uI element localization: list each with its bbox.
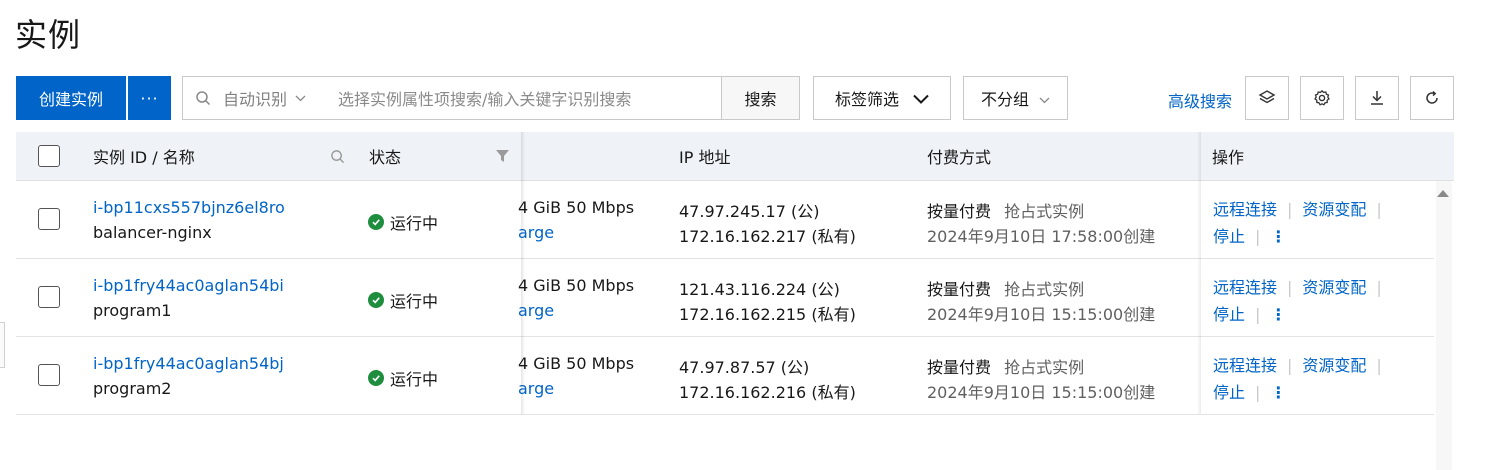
column-header-actions: 操作 [1212,148,1245,167]
side-panel-handle[interactable] [0,322,5,368]
more-vertical-icon[interactable]: ⋮ [1270,227,1286,246]
frozen-column-shadow [1197,132,1201,414]
search-icon [183,90,223,106]
scroll-up-arrow-icon[interactable] [1437,190,1449,197]
table-row: i-bp1fry44ac0aglan54bj program2 运行中 4 Gi… [16,337,1434,415]
remote-connect-link[interactable]: 远程连接 [1213,278,1277,297]
instance-id-link[interactable]: i-bp1fry44ac0aglan54bi [93,276,284,295]
status-badge: 运行中 [368,210,438,234]
create-instance-button[interactable]: 创建实例 [16,76,126,120]
chevron-down-icon [1039,89,1050,108]
more-actions-button[interactable]: ··· [128,76,171,120]
search-scope-label: 自动识别 [223,90,288,109]
column-search-icon[interactable] [330,132,345,180]
pay-extra: 抢占式实例 [1004,358,1085,377]
ip-private: 172.16.162.216 (私有) [679,383,856,402]
created-time: 2024年9月10日 15:15:00创建 [927,383,1156,402]
stop-link[interactable]: 停止 [1213,383,1245,402]
layers-icon[interactable] [1245,76,1289,120]
table-row: i-bp11cxs557bjnz6el8ro balancer-nginx 运行… [16,181,1434,259]
select-all-checkbox[interactable] [38,132,60,180]
pay-type: 按量付费 [927,280,992,299]
table-header: 实例 ID / 名称 状态 IP 地址 付费方式 操作 [16,132,1454,181]
column-header-payment: 付费方式 [927,148,992,167]
spec-text: 4 GiB 50 Mbps [518,198,635,217]
pay-type: 按量付费 [927,358,992,377]
group-by-select[interactable]: 不分组 [963,76,1068,120]
ip-public: 47.97.87.57 (公) [679,358,810,377]
instance-name: program1 [93,301,172,320]
pay-extra: 抢占式实例 [1004,202,1085,221]
ip-public: 47.97.245.17 (公) [679,202,820,221]
column-header-status: 状态 [369,148,402,167]
advanced-search-link[interactable]: 高级搜索 [1168,88,1232,112]
tag-filter-label: 标签筛选 [834,90,899,109]
group-by-label: 不分组 [980,90,1029,109]
remote-connect-link[interactable]: 远程连接 [1213,200,1277,219]
spec-text: 4 GiB 50 Mbps [518,276,635,295]
status-badge: 运行中 [368,288,438,312]
gear-icon[interactable] [1300,76,1344,120]
payment-info: 按量付费 抢占式实例 [927,354,1084,378]
search-button[interactable]: 搜索 [721,76,800,120]
row-checkbox[interactable] [38,286,60,308]
instance-name: balancer-nginx [93,223,212,242]
chevron-down-icon [913,89,929,108]
resize-link[interactable]: 资源变配 [1302,278,1366,297]
status-text: 运行中 [390,292,439,311]
status-text: 运行中 [390,370,439,389]
resize-link[interactable]: 资源变配 [1302,200,1366,219]
search-input[interactable]: 选择实例属性项搜索/输入关键字识别搜索 [338,86,631,110]
status-text: 运行中 [390,214,439,233]
search-scope-select[interactable]: 自动识别 [223,86,338,110]
status-badge: 运行中 [368,366,438,390]
row-actions-2: 停止 | ⋮ [1213,305,1287,324]
page-title: 实例 [15,16,82,54]
instance-name: program2 [93,379,172,398]
column-header-ip: IP 地址 [679,148,731,167]
download-icon[interactable] [1355,76,1399,120]
table-row: i-bp1fry44ac0aglan54bi program1 运行中 4 Gi… [16,259,1434,337]
check-circle-icon [368,292,384,308]
check-circle-icon [368,370,384,386]
instance-id-link[interactable]: i-bp11cxs557bjnz6el8ro [93,198,285,217]
frozen-column-shadow [521,132,525,414]
row-checkbox[interactable] [38,364,60,386]
remote-connect-link[interactable]: 远程连接 [1213,356,1277,375]
row-actions-2: 停止 | ⋮ [1213,383,1287,402]
check-circle-icon [368,214,384,230]
search-bar[interactable]: 自动识别 选择实例属性项搜索/输入关键字识别搜索 [182,76,722,120]
ip-private: 172.16.162.217 (私有) [679,227,856,246]
resize-link[interactable]: 资源变配 [1302,356,1366,375]
more-vertical-icon[interactable]: ⋮ [1270,383,1286,402]
refresh-icon[interactable] [1410,76,1454,120]
spec-text: 4 GiB 50 Mbps [518,354,635,373]
row-actions: 远程连接 | 资源变配 | [1213,200,1382,219]
tag-filter-button[interactable]: 标签筛选 [813,76,951,120]
more-vertical-icon[interactable]: ⋮ [1270,305,1286,324]
instance-id-link[interactable]: i-bp1fry44ac0aglan54bj [93,354,284,373]
row-actions-2: 停止 | ⋮ [1213,227,1287,246]
row-checkbox[interactable] [38,208,60,230]
filter-icon[interactable] [495,132,510,180]
ip-public: 121.43.116.224 (公) [679,280,840,299]
pay-extra: 抢占式实例 [1004,280,1085,299]
payment-info: 按量付费 抢占式实例 [927,198,1084,222]
row-actions: 远程连接 | 资源变配 | [1213,278,1382,297]
pay-type: 按量付费 [927,202,992,221]
row-actions: 远程连接 | 资源变配 | [1213,356,1382,375]
vertical-scrollbar[interactable] [1436,181,1452,470]
stop-link[interactable]: 停止 [1213,227,1245,246]
payment-info: 按量付费 抢占式实例 [927,276,1084,300]
stop-link[interactable]: 停止 [1213,305,1245,324]
created-time: 2024年9月10日 15:15:00创建 [927,305,1156,324]
chevron-down-icon [295,91,306,105]
ip-private: 172.16.162.215 (私有) [679,305,856,324]
column-header-instance: 实例 ID / 名称 [93,148,195,167]
created-time: 2024年9月10日 17:58:00创建 [927,227,1156,246]
